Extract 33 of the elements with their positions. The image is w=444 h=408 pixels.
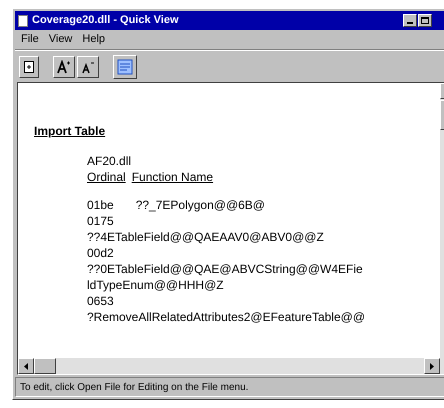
module-name: AF20.dll — [87, 153, 132, 169]
function-name: ??0ETableField@@QAE@ABVCString@@W4EFie — [87, 261, 363, 277]
function-name: ??_7EPolygon@@6B@ — [136, 197, 265, 213]
ordinal: 00d2 — [87, 245, 114, 261]
menu-item[interactable]: View — [48, 31, 72, 48]
window-title: Coverage20.dll - Quick View — [32, 13, 179, 28]
increase-font-button[interactable] — [53, 56, 75, 78]
minimize-button[interactable] — [403, 14, 417, 27]
page-view-button[interactable] — [113, 54, 137, 78]
function-name: ?RemoveAllRelatedAttributes2@EFeatureTable@@ — [87, 309, 366, 325]
ordinal: 0175 — [87, 213, 114, 229]
maximize-button[interactable] — [418, 14, 432, 27]
left-arrow-icon — [24, 362, 28, 370]
horizontal-scrollbar[interactable] — [18, 358, 444, 374]
function-name: ??4ETableField@@QAEAAV0@ABV0@@Z — [87, 229, 324, 245]
font-size-icon — [81, 60, 95, 74]
document-icon — [24, 60, 34, 72]
ordinal: 01be — [87, 197, 114, 213]
column-heading: Ordinal — [87, 169, 126, 185]
page-icon — [117, 58, 133, 74]
status-text: To edit, click Open File for Editing on the File menu. — [20, 380, 248, 394]
function-name: ldTypeEnum@@HHH@Z — [87, 277, 224, 293]
column-heading: Function Name — [132, 169, 214, 185]
menu-item[interactable]: Help — [82, 31, 106, 48]
font-size-icon — [57, 60, 71, 74]
scroll-thumb[interactable] — [34, 358, 56, 374]
right-arrow-icon — [430, 362, 434, 370]
decrease-font-button[interactable] — [77, 56, 99, 78]
ordinal: 0653 — [87, 293, 114, 309]
menu-item[interactable]: File — [21, 31, 39, 48]
section-heading: Import Table — [34, 123, 106, 139]
document-icon — [18, 14, 28, 26]
new-document-button[interactable] — [19, 56, 39, 78]
